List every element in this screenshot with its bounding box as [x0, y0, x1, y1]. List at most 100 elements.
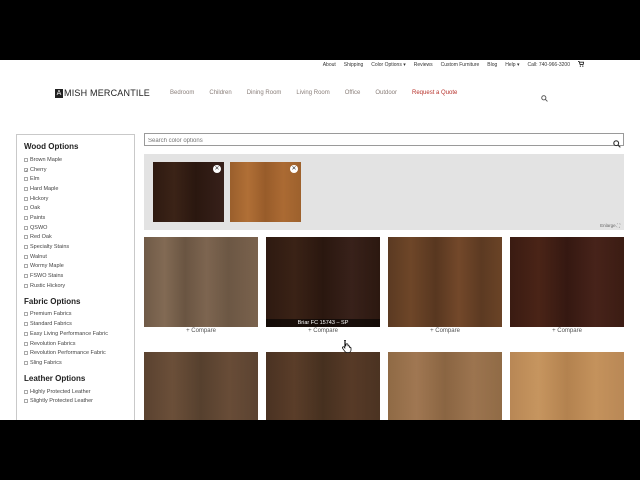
site-logo[interactable]: A MISH MERCANTILE: [55, 88, 150, 98]
compare-swatch[interactable]: ✕: [153, 162, 224, 222]
utility-link-color-options[interactable]: Color Options ▾: [371, 62, 405, 68]
color-swatch[interactable]: [144, 352, 258, 420]
fabric-options-group: Fabric Options Premium Fabrics Standard F…: [24, 297, 134, 368]
checkbox[interactable]: [24, 235, 28, 240]
fabric-filter-label: Revolution Performance Fabric: [30, 350, 106, 357]
close-icon[interactable]: ✕: [213, 165, 221, 173]
checkbox[interactable]: [24, 225, 28, 230]
wood-filter-item[interactable]: Hard Maple: [24, 184, 134, 194]
wood-filter-item[interactable]: Hickory: [24, 194, 134, 204]
fabric-filter-label: Revolution Fabrics: [30, 340, 76, 347]
wood-filter-label: Walnut: [30, 253, 47, 260]
checkbox[interactable]: [24, 322, 28, 327]
fabric-filter-item[interactable]: Premium Fabrics: [24, 310, 134, 320]
search-icon[interactable]: [541, 89, 548, 102]
leather-options-group: Leather Options Highly Protected Leather…: [24, 374, 134, 406]
wood-filter-item[interactable]: Walnut: [24, 252, 134, 262]
compare-swatch[interactable]: ✕: [230, 162, 301, 222]
nav-outdoor[interactable]: Outdoor: [375, 90, 397, 96]
wood-filter-item[interactable]: Oak: [24, 203, 134, 213]
checkbox[interactable]: [24, 206, 28, 211]
color-search-input[interactable]: [144, 133, 624, 146]
checkbox[interactable]: ✓: [24, 167, 28, 172]
wood-filter-label: Brown Maple: [30, 156, 63, 163]
color-swatch[interactable]: [266, 352, 380, 420]
nav-request-quote[interactable]: Request a Quote: [412, 90, 457, 96]
nav-dining-room[interactable]: Dining Room: [247, 90, 282, 96]
checkbox[interactable]: [24, 264, 28, 269]
compare-link[interactable]: + Compare: [144, 328, 258, 334]
nav-office[interactable]: Office: [345, 90, 361, 96]
wood-filter-label: Specialty Stains: [30, 244, 70, 251]
wood-filter-item[interactable]: Specialty Stains: [24, 242, 134, 252]
leather-options-heading: Leather Options: [24, 373, 86, 383]
wood-filter-item[interactable]: Red Oak: [24, 233, 134, 243]
utility-link-shipping[interactable]: Shipping: [344, 62, 363, 68]
close-icon[interactable]: ✕: [290, 165, 298, 173]
checkbox[interactable]: [24, 351, 28, 356]
wood-filter-item[interactable]: Elm: [24, 174, 134, 184]
enlarge-button[interactable]: Enlarge ⛶: [600, 223, 620, 228]
fabric-filter-item[interactable]: Standard Fabrics: [24, 319, 134, 329]
leather-filter-label: Slightly Protected Leather: [30, 398, 93, 405]
wood-filter-item[interactable]: Paints: [24, 213, 134, 223]
color-swatch[interactable]: [510, 352, 624, 420]
color-swatch[interactable]: Briar FC 15743 – SP: [266, 237, 380, 327]
color-swatch[interactable]: [144, 237, 258, 327]
compare-link[interactable]: + Compare: [510, 328, 624, 334]
wood-filter-label: Elm: [30, 176, 40, 183]
wood-filter-label: FSWO Stains: [30, 273, 64, 280]
checkbox[interactable]: [24, 186, 28, 191]
checkbox[interactable]: [24, 274, 28, 279]
utility-link-blog[interactable]: Blog: [487, 62, 497, 68]
compare-link[interactable]: + Compare: [388, 328, 502, 334]
wood-filter-label: Paints: [30, 214, 46, 221]
wood-filter-item[interactable]: Brown Maple: [24, 155, 134, 165]
nav-children[interactable]: Children: [209, 90, 231, 96]
fabric-filter-item[interactable]: Revolution Fabrics: [24, 339, 134, 349]
color-swatch[interactable]: [388, 237, 502, 327]
wood-filter-item[interactable]: QSWO: [24, 223, 134, 233]
checkbox[interactable]: [24, 254, 28, 259]
nav-living-room[interactable]: Living Room: [296, 90, 329, 96]
wood-filter-item[interactable]: ✓ Cherry: [24, 165, 134, 175]
cart-icon[interactable]: [578, 61, 585, 69]
checkbox[interactable]: [24, 283, 28, 288]
color-swatch[interactable]: [388, 352, 502, 420]
checkbox[interactable]: [24, 341, 28, 346]
utility-link-help[interactable]: Help ▾: [505, 62, 519, 68]
utility-link-custom-furniture[interactable]: Custom Furniture: [441, 62, 480, 68]
checkbox[interactable]: [24, 399, 28, 404]
fabric-filter-item[interactable]: Easy Living Performance Fabric: [24, 329, 134, 339]
utility-nav: About Shipping Color Options ▾ Reviews C…: [323, 60, 585, 70]
fabric-filter-item[interactable]: Revolution Performance Fabric: [24, 348, 134, 358]
utility-phone[interactable]: Call: 740-966-3200: [527, 62, 570, 68]
wood-filter-label: Red Oak: [30, 234, 52, 241]
checkbox[interactable]: [24, 312, 28, 317]
color-swatch[interactable]: [510, 237, 624, 327]
nav-bedroom[interactable]: Bedroom: [170, 90, 194, 96]
checkbox[interactable]: [24, 389, 28, 394]
leather-filter-item[interactable]: Highly Protected Leather: [24, 387, 134, 397]
utility-link-reviews[interactable]: Reviews: [414, 62, 433, 68]
fabric-filter-label: Sling Fabrics: [30, 359, 62, 366]
fabric-filter-item[interactable]: Sling Fabrics: [24, 358, 134, 368]
checkbox[interactable]: [24, 360, 28, 365]
wood-filter-label: Rustic Hickory: [30, 282, 66, 289]
wood-filter-item[interactable]: FSWO Stains: [24, 271, 134, 281]
checkbox[interactable]: [24, 177, 28, 182]
fabric-filter-label: Standard Fabrics: [30, 321, 72, 328]
checkbox[interactable]: [24, 331, 28, 336]
wood-filter-item[interactable]: Wormy Maple: [24, 262, 134, 272]
leather-filter-item[interactable]: Slightly Protected Leather: [24, 396, 134, 406]
compare-link[interactable]: + Compare: [266, 328, 380, 334]
checkbox[interactable]: [24, 157, 28, 162]
wood-filter-item[interactable]: Rustic Hickory: [24, 281, 134, 291]
fabric-options-heading: Fabric Options: [24, 296, 81, 306]
checkbox[interactable]: [24, 196, 28, 201]
wood-filter-label: Oak: [30, 205, 41, 212]
utility-link-about[interactable]: About: [323, 62, 336, 68]
search-icon[interactable]: [613, 135, 621, 148]
checkbox[interactable]: [24, 215, 28, 220]
checkbox[interactable]: [24, 245, 28, 250]
